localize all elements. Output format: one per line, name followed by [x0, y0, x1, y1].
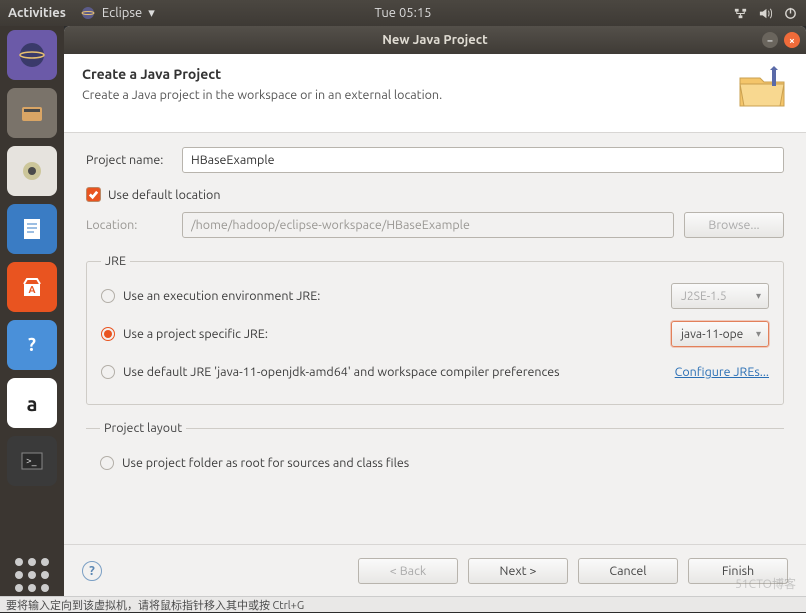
activities-button[interactable]: Activities [8, 6, 66, 20]
radio-specific-jre[interactable] [101, 327, 115, 341]
specific-jre-select[interactable]: java-11-ope [671, 321, 769, 347]
location-label: Location: [86, 218, 182, 232]
close-button[interactable]: × [784, 32, 800, 48]
jre-group: JRE Use an execution environment JRE: J2… [86, 254, 784, 405]
help-icon[interactable]: ? [82, 561, 102, 581]
finish-button[interactable]: Finish [688, 558, 788, 584]
checkbox-icon [86, 187, 101, 202]
eclipse-icon [80, 5, 96, 21]
wizard-footer: ? < Back Next > Cancel Finish [64, 544, 806, 596]
power-icon [783, 6, 798, 21]
env-jre-select: J2SE-1.5 [671, 283, 769, 309]
launcher-files[interactable] [7, 88, 57, 138]
project-layout-group: Project layout Use project folder as roo… [86, 421, 784, 507]
minimize-button[interactable]: – [762, 32, 778, 48]
svg-text:>_: >_ [26, 455, 37, 466]
dialog-window: New Java Project – × Create a Java Proje… [64, 26, 806, 596]
system-tray[interactable] [733, 6, 798, 21]
launcher-eclipse[interactable] [7, 30, 57, 80]
launcher-writer[interactable] [7, 204, 57, 254]
radio-default-jre[interactable] [101, 365, 115, 379]
use-default-location-checkbox[interactable]: Use default location [86, 187, 784, 202]
svg-text:A: A [28, 284, 35, 295]
project-name-input[interactable] [182, 147, 784, 173]
gnome-topbar: Activities Eclipse ▾ Tue 05:15 [0, 0, 806, 26]
wizard-header: Create a Java Project Create a Java proj… [64, 54, 806, 133]
back-button: < Back [358, 558, 458, 584]
launcher-apps-grid[interactable] [15, 558, 49, 592]
volume-icon [758, 6, 773, 21]
network-icon [733, 6, 748, 21]
folder-icon [736, 66, 788, 114]
launcher-help[interactable]: ? [7, 320, 57, 370]
location-input [182, 212, 674, 238]
launcher-amazon[interactable]: a [7, 378, 57, 428]
configure-jres-link[interactable]: Configure JREs... [675, 365, 769, 379]
wizard-content: Project name: Use default location Locat… [64, 133, 806, 507]
header-title: Create a Java Project [82, 66, 442, 82]
clock: Tue 05:15 [375, 6, 432, 20]
header-subtitle: Create a Java project in the workspace o… [82, 88, 442, 102]
svg-text:?: ? [28, 335, 36, 355]
launcher-software[interactable]: A [7, 262, 57, 312]
launcher-rhythmbox[interactable] [7, 146, 57, 196]
browse-button: Browse... [684, 212, 784, 238]
ubuntu-launcher: A ? a >_ [0, 26, 64, 612]
window-title: New Java Project [382, 33, 488, 47]
next-button[interactable]: Next > [468, 558, 568, 584]
titlebar: New Java Project – × [64, 26, 806, 54]
vm-hint-bar: 要将输入定向到该虚拟机，请将鼠标指针移入其中或按 Ctrl+G [0, 596, 806, 612]
radio-env-jre[interactable] [101, 289, 115, 303]
radio-root-folder[interactable] [100, 456, 114, 470]
cancel-button[interactable]: Cancel [578, 558, 678, 584]
app-menu[interactable]: Eclipse ▾ [80, 5, 155, 21]
project-name-label: Project name: [86, 153, 182, 167]
launcher-terminal[interactable]: >_ [7, 436, 57, 486]
